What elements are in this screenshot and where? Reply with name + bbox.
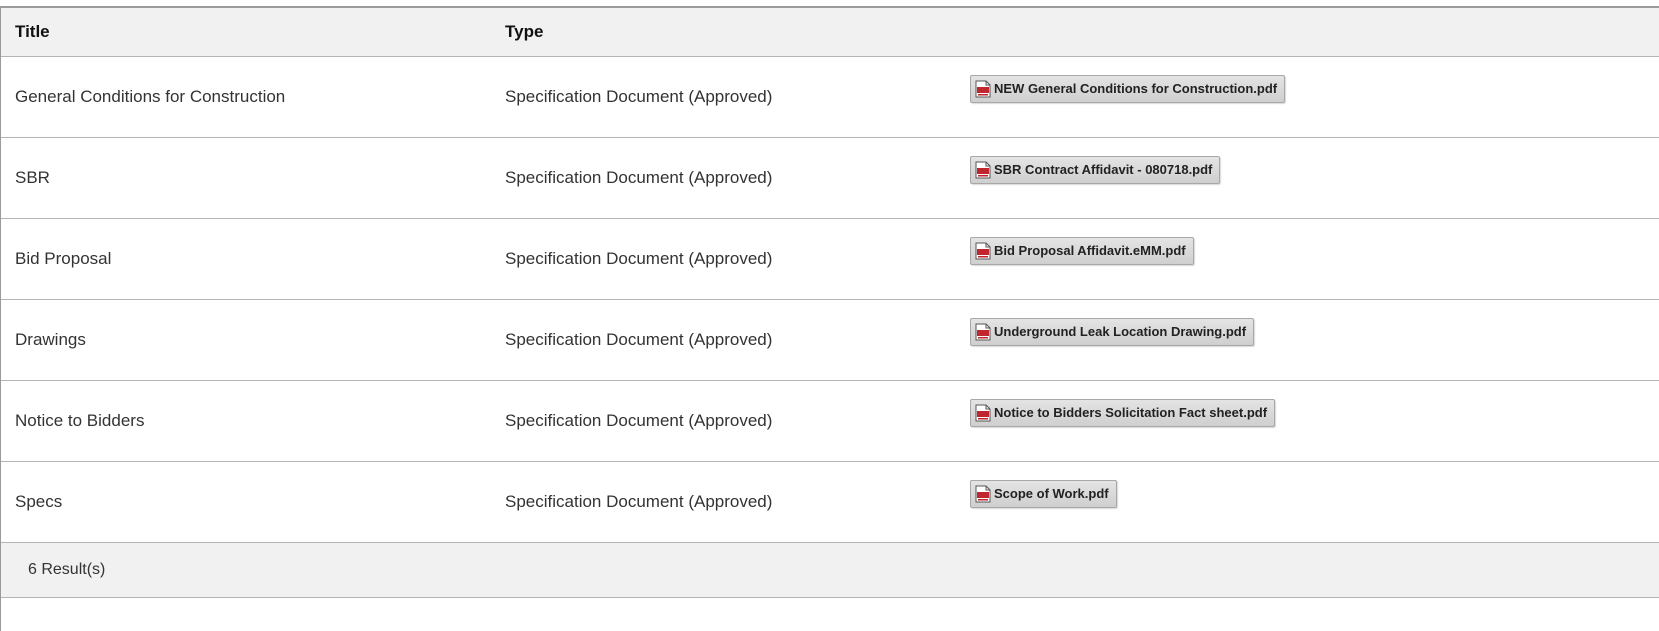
row-title: General Conditions for Construction	[1, 56, 491, 138]
documents-panel: Title Type General Conditions for Constr…	[0, 6, 1659, 631]
table-header-row: Title Type	[1, 8, 1659, 57]
row-file-cell: NEW General Conditions for Construction.…	[970, 56, 1659, 138]
row-title: Bid Proposal	[1, 218, 491, 300]
documents-table: Title Type General Conditions for Constr…	[1, 8, 1659, 543]
row-file-cell: Bid Proposal Affidavit.eMM.pdf	[970, 218, 1659, 300]
file-name: Scope of Work.pdf	[994, 486, 1109, 501]
column-header-title[interactable]: Title	[1, 8, 491, 57]
column-header-file	[986, 8, 1659, 57]
column-header-type[interactable]: Type	[491, 8, 986, 57]
file-name: SBR Contract Affidavit - 080718.pdf	[994, 162, 1213, 177]
file-download-button[interactable]: NEW General Conditions for Construction.…	[970, 74, 1286, 103]
file-name: Bid Proposal Affidavit.eMM.pdf	[994, 243, 1186, 258]
row-file-cell: SBR Contract Affidavit - 080718.pdf	[970, 137, 1659, 219]
row-type: Specification Document (Approved)	[491, 299, 986, 381]
row-type: Specification Document (Approved)	[491, 380, 986, 462]
row-type: Specification Document (Approved)	[491, 218, 986, 300]
row-title: SBR	[1, 137, 491, 219]
file-name: NEW General Conditions for Construction.…	[994, 81, 1278, 96]
pdf-icon	[975, 323, 991, 341]
file-download-button[interactable]: SBR Contract Affidavit - 080718.pdf	[970, 155, 1221, 184]
file-download-button[interactable]: Underground Leak Location Drawing.pdf	[970, 317, 1255, 346]
file-download-button[interactable]: Bid Proposal Affidavit.eMM.pdf	[970, 236, 1194, 265]
table-row: Notice to Bidders Specification Document…	[1, 380, 1659, 462]
file-name: Underground Leak Location Drawing.pdf	[994, 324, 1247, 339]
results-footer: 6 Result(s)	[1, 542, 1659, 598]
row-file-cell: Underground Leak Location Drawing.pdf	[970, 299, 1659, 381]
table-row: SBR Specification Document (Approved) SB…	[1, 137, 1659, 219]
row-title: Notice to Bidders	[1, 380, 491, 462]
row-file-cell: Scope of Work.pdf	[970, 461, 1659, 543]
row-title: Drawings	[1, 299, 491, 381]
result-count: 6 Result(s)	[28, 560, 106, 578]
row-file-cell: Notice to Bidders Solicitation Fact shee…	[970, 380, 1659, 462]
row-type: Specification Document (Approved)	[491, 137, 986, 219]
table-row: Drawings Specification Document (Approve…	[1, 299, 1659, 381]
table-row: General Conditions for Construction Spec…	[1, 56, 1659, 138]
table-row: Specs Specification Document (Approved) …	[1, 461, 1659, 543]
pdf-icon	[975, 242, 991, 260]
row-type: Specification Document (Approved)	[491, 461, 986, 543]
file-name: Notice to Bidders Solicitation Fact shee…	[994, 405, 1268, 420]
pdf-icon	[975, 80, 991, 98]
pdf-icon	[975, 485, 991, 503]
row-type: Specification Document (Approved)	[491, 56, 986, 138]
file-download-button[interactable]: Scope of Work.pdf	[970, 479, 1117, 508]
pdf-icon	[975, 161, 991, 179]
table-row: Bid Proposal Specification Document (App…	[1, 218, 1659, 300]
pdf-icon	[975, 404, 991, 422]
file-download-button[interactable]: Notice to Bidders Solicitation Fact shee…	[970, 398, 1276, 427]
row-title: Specs	[1, 461, 491, 543]
